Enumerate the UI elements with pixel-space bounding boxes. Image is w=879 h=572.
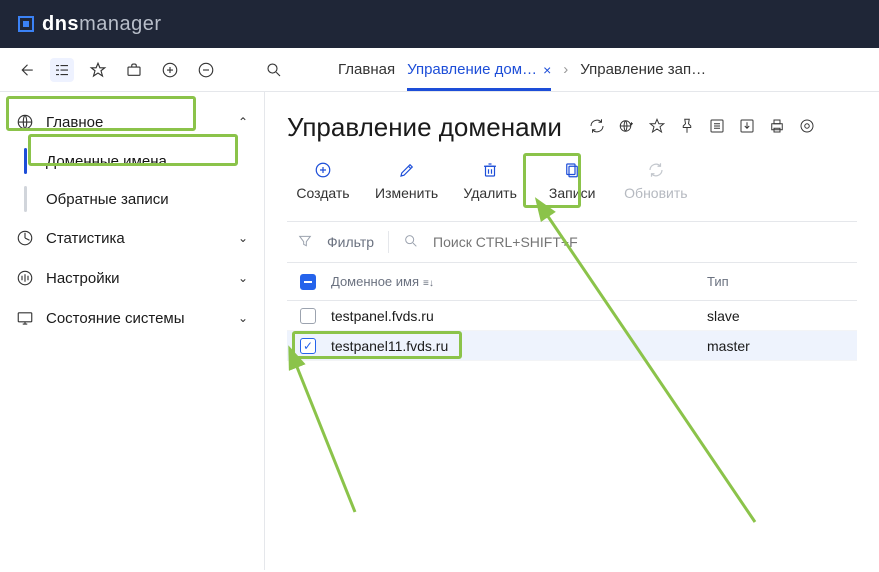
row-domain-type: master	[707, 338, 847, 354]
filter-row: Фильтр	[287, 221, 857, 263]
row-domain-name: testpanel11.fvds.ru	[331, 338, 695, 354]
search-icon	[403, 233, 419, 252]
sidebar-sub-domains-label: Доменные имена	[46, 153, 167, 170]
sidebar-sub-reverse-label: Обратные записи	[46, 191, 169, 208]
breadcrumb-close-icon[interactable]: ×	[543, 62, 551, 78]
row-domain-name: testpanel.fvds.ru	[331, 308, 695, 324]
plus-button[interactable]	[158, 58, 182, 82]
breadcrumb-tail[interactable]: Управление зап…	[580, 61, 706, 78]
reload-sync-icon[interactable]	[588, 117, 606, 138]
sidebar-settings-label: Настройки	[46, 270, 226, 287]
back-button[interactable]	[14, 58, 38, 82]
column-header-type[interactable]: Тип	[707, 274, 847, 289]
action-delete-label: Удалить	[463, 185, 516, 201]
print-icon[interactable]	[768, 117, 786, 138]
sidebar-item-system[interactable]: Состояние системы ⌄	[0, 298, 264, 338]
sort-icon: ≡↓	[423, 278, 434, 289]
pin-icon[interactable]	[678, 117, 696, 138]
breadcrumb-active-label: Управление дом…	[407, 61, 537, 78]
breadcrumb-separator-icon: ›	[563, 61, 568, 78]
logo-text-bold: dns	[42, 13, 79, 36]
action-edit[interactable]: Изменить	[369, 157, 444, 205]
action-records[interactable]: Записи	[536, 157, 608, 205]
header-icon-row	[588, 117, 816, 138]
app-logo: dnsmanager	[18, 13, 162, 36]
table-row[interactable]: testpanel.fvds.ru slave	[287, 301, 857, 331]
tool-strip: Главная Управление дом… × › Управление з…	[0, 48, 879, 92]
domains-table: Доменное имя≡↓ Тип testpanel.fvds.ru sla…	[287, 263, 857, 361]
sidebar-item-settings[interactable]: Настройки ⌄	[0, 258, 264, 298]
sidebar-sub-reverse[interactable]: Обратные записи	[0, 180, 264, 218]
settings-gear-icon[interactable]	[798, 117, 816, 138]
table-header: Доменное имя≡↓ Тип	[287, 263, 857, 301]
favorite-star-button[interactable]	[86, 58, 110, 82]
tree-toggle-button[interactable]	[50, 58, 74, 82]
row-domain-type: slave	[707, 308, 847, 324]
sidebar-stats-label: Статистика	[46, 230, 226, 247]
action-create[interactable]: Создать	[287, 157, 359, 205]
chevron-up-icon: ⌃	[238, 115, 248, 129]
action-delete[interactable]: Удалить	[454, 157, 526, 205]
filter-label[interactable]: Фильтр	[327, 234, 374, 250]
sidebar-item-main[interactable]: Главное ⌃	[0, 102, 264, 142]
action-refresh-label: Обновить	[624, 185, 687, 201]
breadcrumb-home[interactable]: Главная	[338, 61, 395, 78]
action-edit-label: Изменить	[375, 185, 438, 201]
action-records-label: Записи	[549, 185, 595, 201]
minus-button[interactable]	[194, 58, 218, 82]
action-refresh: Обновить	[618, 157, 693, 205]
globe-plus-icon[interactable]	[618, 117, 636, 138]
top-bar: dnsmanager	[0, 0, 879, 48]
row-checkbox[interactable]	[300, 308, 316, 324]
column-header-name[interactable]: Доменное имя≡↓	[331, 274, 695, 289]
page-title: Управление доменами	[287, 112, 562, 143]
sidebar-system-label: Состояние системы	[46, 310, 226, 327]
chevron-down-icon: ⌄	[238, 311, 248, 325]
sidebar-sub-domains[interactable]: Доменные имена	[0, 142, 264, 180]
sidebar-item-stats[interactable]: Статистика ⌄	[0, 218, 264, 258]
row-checkbox[interactable]	[300, 338, 316, 354]
sidebar-main-label: Главное	[46, 114, 226, 131]
chevron-down-icon: ⌄	[238, 271, 248, 285]
action-row: Создать Изменить Удалить Записи Обновить	[287, 157, 857, 205]
select-all-checkbox[interactable]	[300, 274, 316, 290]
filter-icon[interactable]	[297, 233, 313, 252]
breadcrumb: Главная Управление дом… × › Управление з…	[338, 61, 706, 78]
search-input[interactable]	[433, 234, 847, 250]
chevron-down-icon: ⌄	[238, 231, 248, 245]
page-header: Управление доменами	[287, 112, 857, 143]
list-icon[interactable]	[708, 117, 726, 138]
logo-text-light: manager	[79, 13, 161, 36]
star-icon[interactable]	[648, 117, 666, 138]
breadcrumb-active-tab[interactable]: Управление дом… ×	[407, 61, 551, 91]
export-icon[interactable]	[738, 117, 756, 138]
table-row[interactable]: testpanel11.fvds.ru master	[287, 331, 857, 361]
action-create-label: Создать	[296, 185, 349, 201]
sidebar: Главное ⌃ Доменные имена Обратные записи…	[0, 92, 265, 570]
main-content: Управление доменами Создать Изменить	[265, 92, 879, 570]
briefcase-button[interactable]	[122, 58, 146, 82]
search-button[interactable]	[262, 58, 286, 82]
logo-icon	[18, 16, 34, 32]
